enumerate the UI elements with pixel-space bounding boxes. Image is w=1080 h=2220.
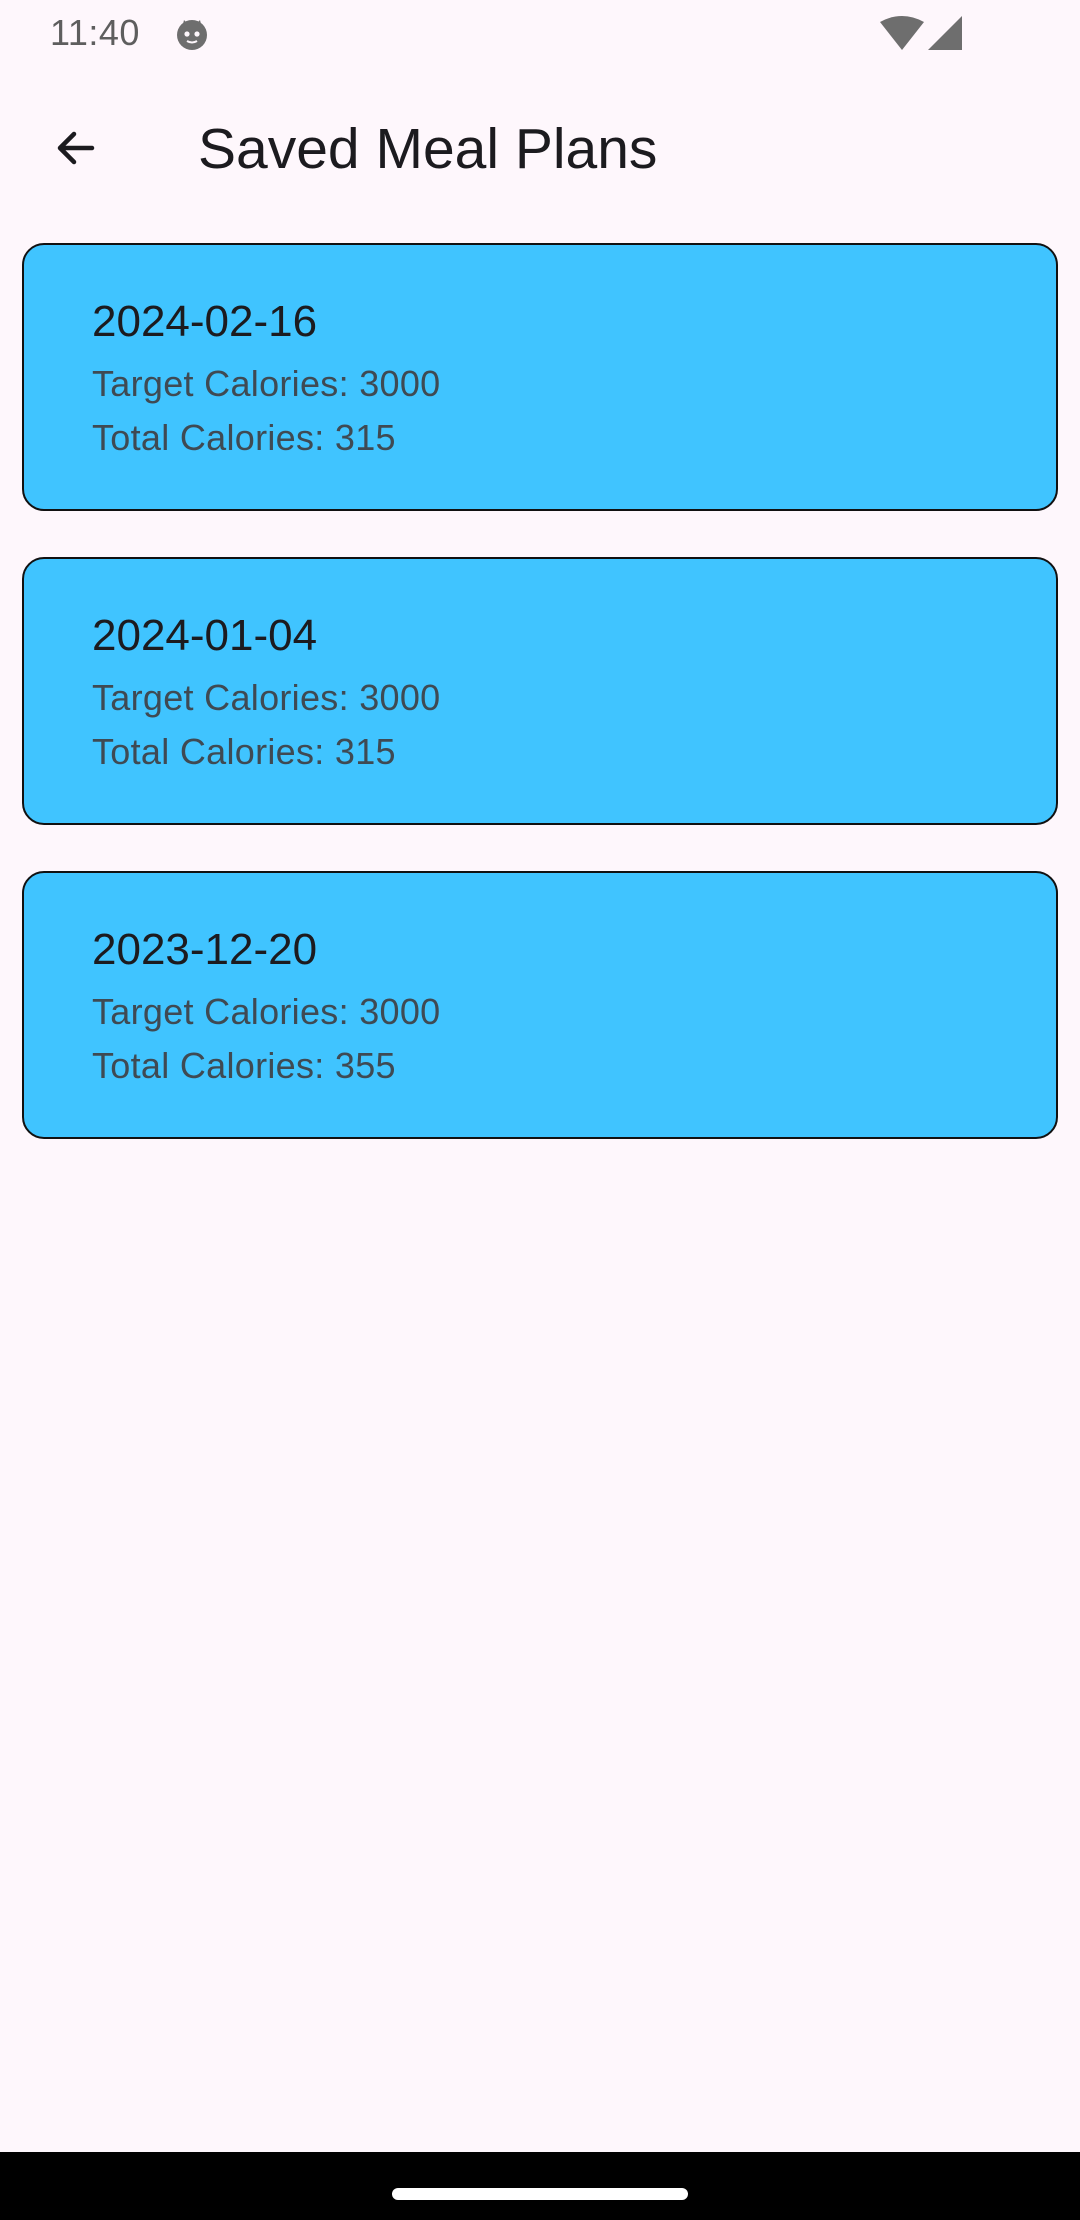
plan-total-calories: Total Calories: 315 [92, 417, 396, 458]
plan-total-calories: Total Calories: 315 [92, 731, 396, 772]
cell-signal-icon [928, 16, 962, 50]
plan-target-calories: Target Calories: 3000 [92, 991, 441, 1032]
home-gesture-handle[interactable] [392, 2188, 688, 2200]
app-bar: Saved Meal Plans [0, 66, 1080, 218]
meal-plan-card[interactable]: 2024-02-16 Target Calories: 3000 Total C… [22, 243, 1058, 511]
meal-plan-list: 2024-02-16 Target Calories: 3000 Total C… [22, 243, 1058, 1185]
plan-target-calories: Target Calories: 3000 [92, 363, 441, 404]
arrow-back-icon [52, 124, 100, 177]
status-bar: 11:40 [0, 0, 1080, 66]
cat-notification-icon [174, 16, 210, 52]
plan-target-calories: Target Calories: 3000 [92, 677, 441, 718]
status-time: 11:40 [50, 12, 140, 53]
plan-date: 2024-01-04 [92, 611, 318, 660]
wifi-icon [880, 16, 924, 50]
plan-date: 2024-02-16 [92, 297, 318, 346]
navigation-bar [0, 2152, 1080, 2220]
back-button[interactable] [34, 108, 118, 192]
plan-total-calories: Total Calories: 355 [92, 1045, 396, 1086]
meal-plan-card[interactable]: 2023-12-20 Target Calories: 3000 Total C… [22, 871, 1058, 1139]
meal-plan-card[interactable]: 2024-01-04 Target Calories: 3000 Total C… [22, 557, 1058, 825]
page-title: Saved Meal Plans [198, 117, 658, 181]
plan-date: 2023-12-20 [92, 925, 318, 974]
